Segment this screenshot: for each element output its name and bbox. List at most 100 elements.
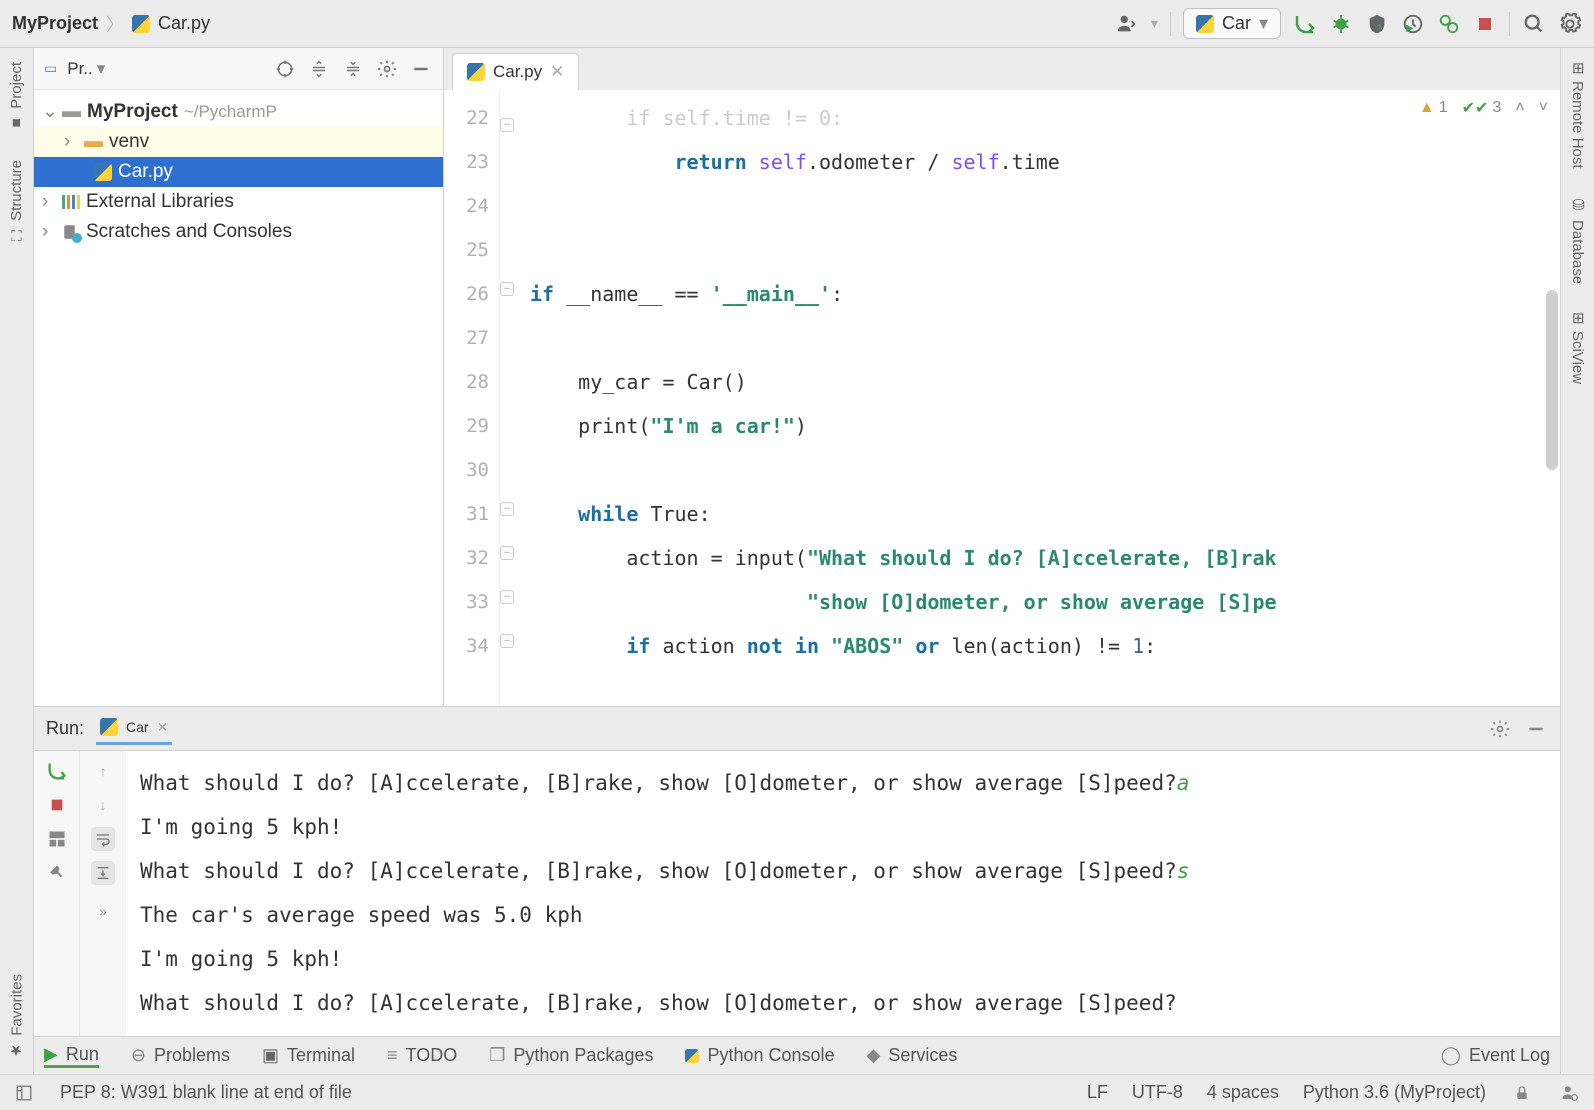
chevron-down-icon[interactable]: ▾ xyxy=(1151,15,1158,32)
status-message: PEP 8: W391 blank line at end of file xyxy=(60,1082,352,1103)
close-icon[interactable]: ✕ xyxy=(157,719,169,736)
tree-label: Scratches and Consoles xyxy=(86,221,292,243)
right-tool-strip: ⊞Remote Host ⛁Database ⊞SciView xyxy=(1560,48,1594,1074)
coverage-button[interactable] xyxy=(1365,12,1389,36)
editor-tab[interactable]: Car.py ✕ xyxy=(452,53,579,90)
warning-badge[interactable]: ▲1 xyxy=(1419,99,1448,117)
inspection-badges[interactable]: ▲1 ✔✔3 ˄ ˅ xyxy=(1419,98,1548,118)
project-panel-header: ▭ Pr..▾ xyxy=(34,48,443,90)
up-icon[interactable]: ↑ xyxy=(91,759,115,783)
breadcrumb-project[interactable]: MyProject xyxy=(12,13,98,34)
fold-column[interactable]: – – – – – – xyxy=(500,90,518,706)
database-tool-tab[interactable]: ⛁Database xyxy=(1569,192,1587,288)
tab-problems[interactable]: ⊖Problems xyxy=(131,1045,230,1066)
fold-marker-icon[interactable]: – xyxy=(500,282,514,296)
status-interpreter[interactable]: Python 3.6 (MyProject) xyxy=(1303,1082,1486,1103)
project-tree[interactable]: ⌄ ▬ MyProject ~/PycharmP › ▬ venv Car.py xyxy=(34,90,443,706)
sciview-tool-tab[interactable]: ⊞SciView xyxy=(1569,308,1587,388)
prev-highlight-icon[interactable]: ˄ xyxy=(1515,99,1524,117)
breadcrumb-file[interactable]: Car.py xyxy=(158,13,210,34)
user-icon[interactable] xyxy=(1115,12,1139,36)
python-file-icon xyxy=(467,63,485,81)
editor-tab-bar: Car.py ✕ xyxy=(444,48,1560,90)
status-bar: PEP 8: W391 blank line at end of file LF… xyxy=(0,1074,1594,1110)
stop-icon[interactable] xyxy=(45,793,69,817)
tree-root-path: ~/PycharmP xyxy=(184,102,277,122)
search-button[interactable] xyxy=(1522,12,1546,36)
pin-icon[interactable] xyxy=(45,861,69,885)
libraries-icon xyxy=(62,195,80,209)
locate-icon[interactable] xyxy=(273,57,297,81)
run-toolstrip-nav: ↑ ↓ » xyxy=(80,751,126,1036)
status-line-separator[interactable]: LF xyxy=(1087,1082,1108,1103)
settings-button[interactable] xyxy=(1558,12,1582,36)
fold-marker-icon[interactable]: – xyxy=(500,502,514,516)
project-tool-tab[interactable]: ■Project xyxy=(8,58,25,136)
gear-icon[interactable] xyxy=(375,57,399,81)
tree-item-car[interactable]: Car.py xyxy=(34,157,443,187)
favorites-tool-tab[interactable]: ★Favorites xyxy=(8,970,26,1064)
rerun-icon[interactable] xyxy=(45,759,69,783)
tab-python-packages[interactable]: ❒Python Packages xyxy=(489,1045,653,1066)
debug-button[interactable] xyxy=(1329,12,1353,36)
next-highlight-icon[interactable]: ˅ xyxy=(1539,99,1548,117)
run-configuration-selector[interactable]: Car ▾ xyxy=(1183,8,1281,39)
hide-icon[interactable] xyxy=(1524,717,1548,741)
concurrency-button[interactable] xyxy=(1437,12,1461,36)
editor-gutter[interactable]: 22 23 24 25 26▶ 27 28 29 30 31 32 33 34 xyxy=(444,90,500,706)
run-tab-name: Car xyxy=(126,719,149,735)
python-icon xyxy=(1196,15,1214,33)
scroll-to-end-icon[interactable] xyxy=(91,861,115,885)
stop-button[interactable] xyxy=(1473,12,1497,36)
chevron-right-icon: › xyxy=(64,131,78,153)
tree-label: Car.py xyxy=(118,161,173,183)
fold-marker-icon[interactable]: – xyxy=(500,546,514,560)
profile-button[interactable]: ▶ xyxy=(1401,12,1425,36)
close-icon[interactable]: ✕ xyxy=(550,62,564,82)
folder-icon: ▬ xyxy=(84,131,103,153)
fold-marker-icon[interactable]: – xyxy=(500,590,514,604)
down-icon[interactable]: ↓ xyxy=(91,793,115,817)
more-icon[interactable]: » xyxy=(99,903,107,919)
status-encoding[interactable]: UTF-8 xyxy=(1132,1082,1183,1103)
folder-icon: ▬ xyxy=(62,101,81,123)
tool-windows-icon[interactable] xyxy=(12,1081,36,1105)
chevron-down-icon: ▾ xyxy=(1259,13,1268,34)
tab-event-log[interactable]: ◯Event Log xyxy=(1441,1045,1550,1066)
run-output[interactable]: What should I do? [A]ccelerate, [B]rake,… xyxy=(126,751,1560,1036)
separator xyxy=(1509,12,1510,36)
fold-marker-icon[interactable]: – xyxy=(500,634,514,648)
tree-item-venv[interactable]: › ▬ venv xyxy=(34,127,443,157)
tab-todo[interactable]: ≡TODO xyxy=(387,1045,457,1066)
hide-icon[interactable] xyxy=(409,57,433,81)
fold-marker-icon[interactable]: – xyxy=(500,118,514,132)
run-button[interactable] xyxy=(1293,12,1317,36)
soft-wrap-icon[interactable] xyxy=(91,827,115,851)
tab-terminal[interactable]: ▣Terminal xyxy=(262,1045,355,1066)
tab-services[interactable]: ◆Services xyxy=(867,1045,958,1066)
layout-icon[interactable] xyxy=(45,827,69,851)
status-indent[interactable]: 4 spaces xyxy=(1207,1082,1279,1103)
vertical-scrollbar[interactable] xyxy=(1546,290,1558,470)
lock-icon[interactable] xyxy=(1510,1081,1534,1105)
structure-tool-tab[interactable]: ⛶Structure xyxy=(8,156,25,246)
tab-python-console[interactable]: Python Console xyxy=(685,1045,834,1066)
tree-item-external-libraries[interactable]: › External Libraries xyxy=(34,187,443,217)
python-icon xyxy=(685,1049,699,1063)
code-text[interactable]: if self.time != 0: return self.odometer … xyxy=(518,90,1560,706)
tree-root[interactable]: ⌄ ▬ MyProject ~/PycharmP xyxy=(34,96,443,127)
remote-host-tool-tab[interactable]: ⊞Remote Host xyxy=(1569,58,1587,172)
tree-item-scratches[interactable]: › Scratches and Consoles xyxy=(34,217,443,247)
gear-icon[interactable] xyxy=(1488,717,1512,741)
check-badge[interactable]: ✔✔3 xyxy=(1462,98,1502,118)
tab-run[interactable]: ▶Run xyxy=(44,1044,99,1068)
ide-status-icon[interactable] xyxy=(1558,1081,1582,1105)
project-panel-title[interactable]: Pr..▾ xyxy=(67,59,263,79)
navigation-bar: MyProject 〉 Car.py ▾ Car ▾ ▶ xyxy=(0,0,1594,48)
breadcrumb[interactable]: MyProject 〉 Car.py xyxy=(12,11,210,37)
run-tab[interactable]: Car ✕ xyxy=(96,712,172,745)
editor-content[interactable]: 22 23 24 25 26▶ 27 28 29 30 31 32 33 34 xyxy=(444,90,1560,706)
collapse-all-icon[interactable] xyxy=(341,57,365,81)
expand-all-icon[interactable] xyxy=(307,57,331,81)
bottom-tool-tabs: ▶Run ⊖Problems ▣Terminal ≡TODO ❒Python P… xyxy=(34,1036,1560,1074)
